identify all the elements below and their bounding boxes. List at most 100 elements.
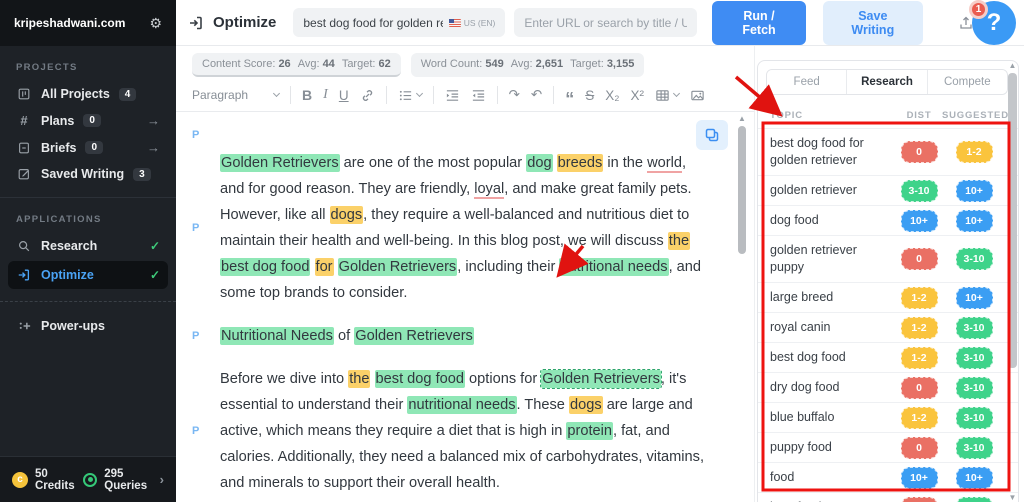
notification-badge[interactable]: 1 (969, 0, 988, 19)
paragraph-marker[interactable]: P (176, 425, 220, 437)
save-writing-button[interactable]: Save Writing (822, 0, 923, 45)
projects-nav: All Projects 4 # Plans 0 → Briefs 0 → Saved Writi… (0, 81, 176, 187)
block-format-select[interactable]: Paragraph (192, 88, 281, 102)
dist-badge[interactable]: 0 (900, 248, 938, 270)
dist-badge[interactable]: 3-10 (900, 179, 938, 202)
table-row[interactable]: puppy food 0 3-10 (758, 432, 1018, 462)
indent-button[interactable] (445, 88, 460, 103)
link-button[interactable] (360, 88, 375, 103)
dist-badge[interactable]: 0 (900, 436, 938, 459)
dist-cell: 10+ (896, 466, 942, 489)
table-row[interactable]: large breed 1-2 10+ (758, 282, 1018, 312)
strikethrough-button[interactable]: S (585, 88, 594, 103)
plans-icon: # (20, 113, 28, 128)
url-search-input[interactable] (514, 8, 698, 37)
table-row[interactable]: royal canin 1-2 3-10 (758, 312, 1018, 342)
suggested-badge[interactable]: 10+ (955, 179, 993, 202)
sidebar-item-optimize[interactable]: Optimize ✓ (8, 261, 168, 289)
italic-button[interactable]: I (323, 87, 328, 103)
term-highlight: best dog food (220, 258, 311, 276)
table-row[interactable]: best dog food 1-2 3-10 (758, 342, 1018, 372)
table-row[interactable]: blue buffalo 1-2 3-10 (758, 402, 1018, 432)
dist-badge[interactable]: 0 (900, 376, 938, 399)
table-row[interactable]: food 10+ 10+ (758, 462, 1018, 492)
superscript-button[interactable]: X² (630, 88, 644, 103)
dist-cell: 1-2 (896, 406, 942, 429)
paragraph-text[interactable]: Nutritional Needs of Golden Retrievers (220, 323, 712, 349)
suggested-badge[interactable]: 3-10 (955, 346, 993, 369)
editor-scrollbar-thumb[interactable] (738, 126, 746, 254)
scrollbar-up-arrow[interactable]: ▲ (736, 114, 748, 124)
run-fetch-button[interactable]: Run / Fetch (712, 0, 806, 45)
arrow-right-icon[interactable]: → (147, 140, 160, 155)
paragraph-marker[interactable]: P (176, 222, 220, 234)
panel-scrollbar-up-arrow[interactable]: ▲ (1006, 61, 1019, 71)
bold-button[interactable]: B (302, 87, 312, 103)
tab-compete[interactable]: Compete (927, 70, 1007, 94)
insert-image-button[interactable] (690, 88, 705, 103)
suggested-badge[interactable]: 3-10 (955, 316, 993, 339)
content-editor[interactable]: ▲ P P Golden Retrievers are one of the mos… (176, 112, 754, 502)
blockquote-button[interactable]: “ (565, 90, 574, 108)
suggested-badge[interactable]: 3-10 (955, 496, 993, 502)
dist-cell: 1-2 (896, 286, 942, 309)
locale-chip[interactable]: US (EN) (443, 18, 495, 28)
bullet-list-button[interactable] (398, 88, 423, 103)
dist-badge[interactable]: 1-2 (900, 406, 938, 429)
table-row[interactable]: dry dog food 0 3-10 (758, 372, 1018, 402)
suggested-badge[interactable]: 1-2 (955, 141, 993, 163)
sidebar-item-plans[interactable]: # Plans 0 → (0, 107, 176, 134)
insert-table-button[interactable] (655, 88, 681, 103)
tab-feed[interactable]: Feed (767, 70, 848, 94)
sidebar-item-power-ups[interactable]: Power-ups (0, 312, 176, 339)
suggested-badge[interactable]: 3-10 (955, 248, 993, 270)
suggested-badge[interactable]: 10+ (955, 209, 993, 232)
underline-button[interactable]: U (339, 88, 349, 103)
panel-scrollbar[interactable]: ▲ ▼ (1006, 61, 1019, 502)
sidebar-item-saved-writing[interactable]: Saved Writing 3 (0, 161, 176, 187)
redo-button[interactable]: ↷ (509, 87, 520, 103)
panel-scrollbar-thumb[interactable] (1008, 73, 1017, 368)
dist-badge[interactable]: 10+ (900, 466, 938, 489)
dist-badge[interactable]: 1-2 (900, 286, 938, 309)
dist-badge[interactable]: 0 (900, 496, 938, 502)
table-row[interactable]: dog food 10+ 10+ (758, 205, 1018, 235)
paragraph-marker[interactable]: P (176, 330, 220, 342)
table-row[interactable]: best dog food for golden retriever 0 1-2 (758, 128, 1018, 175)
arrow-right-icon[interactable]: → (147, 113, 160, 128)
paragraph-text[interactable]: Golden Retrievers are one of the most po… (220, 150, 712, 306)
table-row[interactable]: golden retriever puppy 0 3-10 (758, 235, 1018, 282)
dist-badge[interactable]: 1-2 (900, 346, 938, 369)
paragraph-marker[interactable]: P (176, 129, 220, 141)
table-row[interactable]: golden retriever 3-10 10+ (758, 175, 1018, 205)
sidebar-item-all-projects[interactable]: All Projects 4 (0, 81, 176, 107)
term-highlight: Golden Retrievers (337, 258, 458, 276)
table-row[interactable]: best food 0 3-10 (758, 492, 1018, 502)
sidebar-item-research[interactable]: Research ✓ (0, 233, 176, 259)
text-segment: , including their (457, 259, 560, 275)
paragraph-text[interactable]: Before we dive into the best dog food op… (220, 366, 712, 496)
column-dist: DIST (906, 110, 932, 121)
footer-expand-chevron[interactable]: › (160, 472, 164, 487)
dist-badge[interactable]: 0 (900, 141, 938, 163)
dist-badge[interactable]: 1-2 (900, 316, 938, 339)
keyword-input[interactable]: best dog food for golden retriever US (E… (293, 8, 506, 37)
paragraph-text[interactable] (220, 122, 712, 148)
tab-research[interactable]: Research (847, 70, 928, 94)
dist-cell: 1-2 (896, 316, 942, 339)
settings-gear-icon[interactable]: ⚙ (149, 15, 162, 32)
suggested-badge[interactable]: 10+ (955, 466, 993, 489)
suggested-badge[interactable]: 3-10 (955, 406, 993, 429)
sidebar-item-briefs[interactable]: Briefs 0 → (0, 134, 176, 161)
text-segment: are one of the most popular (339, 155, 527, 171)
suggested-badge[interactable]: 3-10 (955, 436, 993, 459)
undo-button[interactable]: ↶ (531, 87, 542, 103)
panel-scrollbar-down-arrow[interactable]: ▼ (1006, 493, 1019, 502)
outdent-button[interactable] (471, 88, 486, 103)
suggested-badge[interactable]: 3-10 (955, 376, 993, 399)
suggested-badge[interactable]: 10+ (955, 286, 993, 309)
dist-badge[interactable]: 10+ (900, 209, 938, 232)
editor-scrollbar[interactable]: ▲ (736, 114, 748, 502)
subscript-button[interactable]: X₂ (605, 88, 619, 103)
copy-content-button[interactable] (696, 120, 728, 150)
